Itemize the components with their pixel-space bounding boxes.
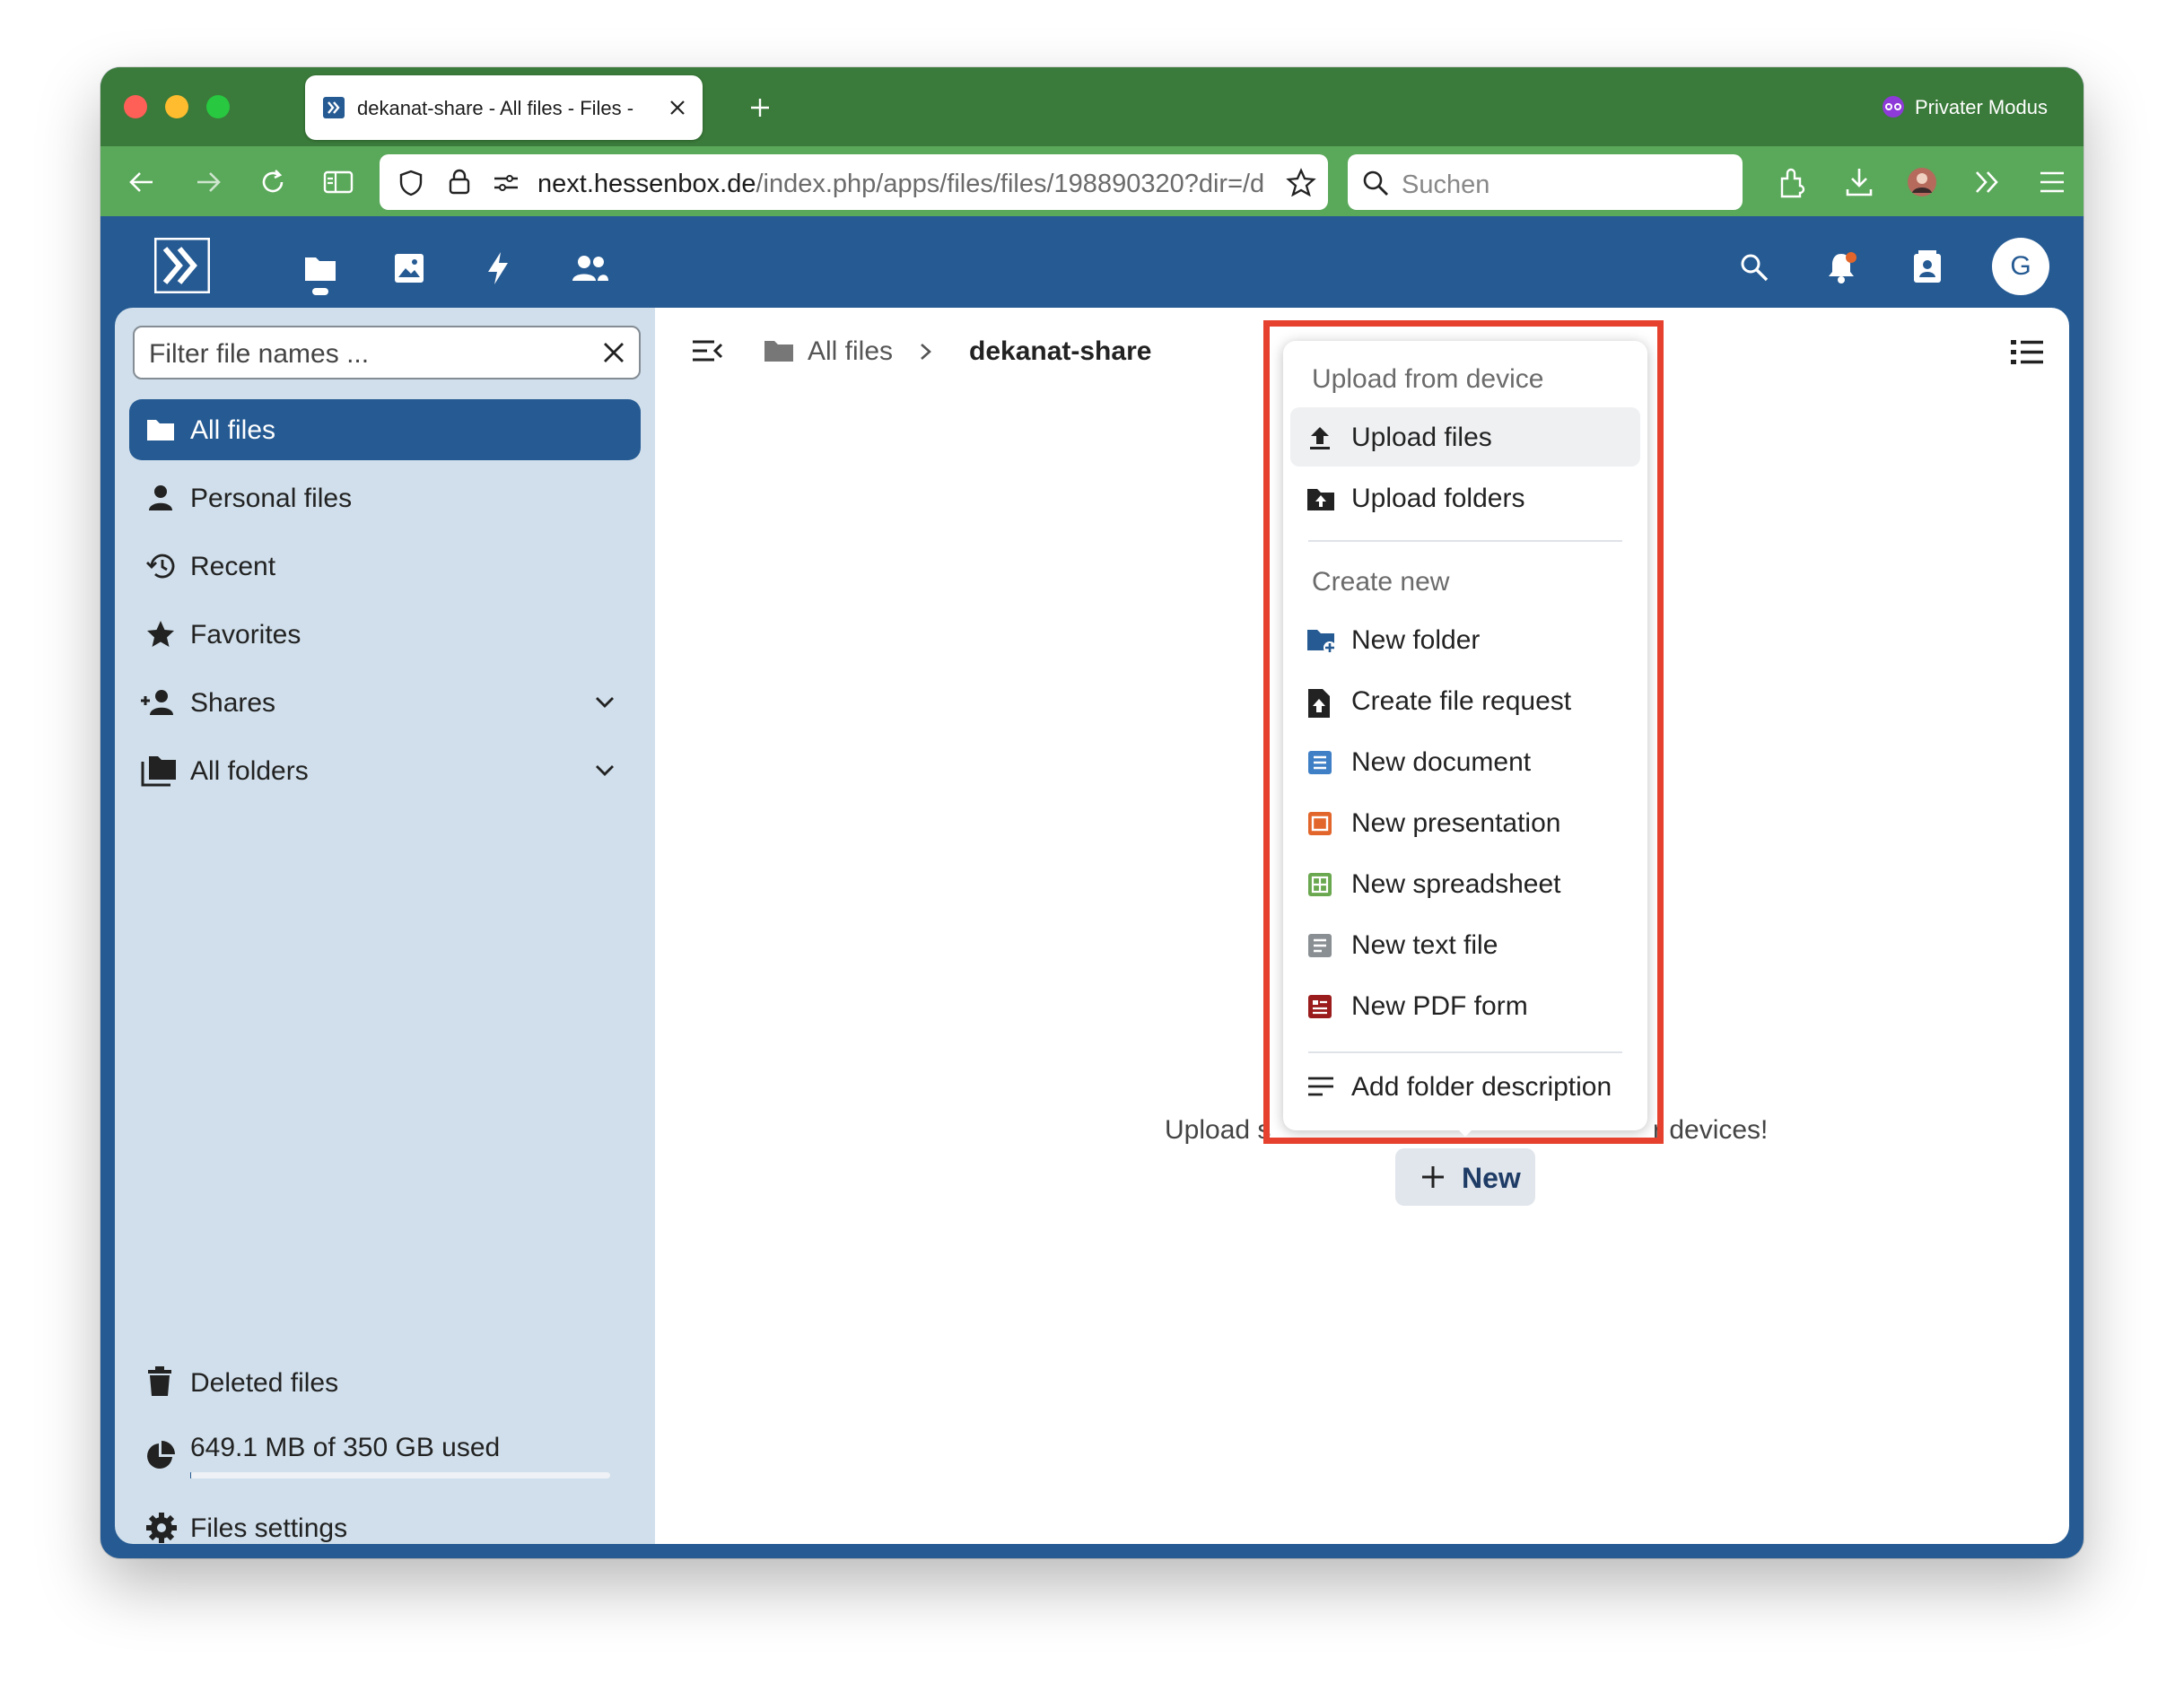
private-mode-label: Privater Modus	[1915, 96, 2048, 118]
url-bar[interactable]: next.hessenbox.de/index.php/apps/files/f…	[380, 154, 1328, 210]
lock-icon[interactable]	[448, 167, 471, 196]
contacts-menu-icon[interactable]	[1911, 250, 1944, 284]
browser-tab-bar: dekanat-share - All files - Files - Priv…	[100, 67, 2084, 146]
history-icon	[146, 554, 175, 579]
contacts-app-icon[interactable]	[571, 254, 610, 283]
hessenbox-logo-icon[interactable]	[154, 238, 210, 293]
sidebar-item-shares[interactable]: Shares	[129, 672, 641, 733]
url-path: /index.php/apps/files/files/198890320?di…	[756, 170, 1265, 198]
quota-bar-fill	[190, 1472, 191, 1478]
quota-text: 649.1 MB of 350 GB used	[190, 1433, 501, 1462]
reader-view-icon[interactable]	[323, 170, 354, 195]
files-app-icon[interactable]	[303, 254, 337, 283]
sidebar-item-all-folders[interactable]: All folders	[129, 740, 641, 801]
permissions-icon[interactable]	[493, 172, 520, 194]
activity-app-icon[interactable]	[485, 250, 511, 286]
url-host: next.hessenbox.de	[537, 170, 756, 198]
sidebar-item-label: Deleted files	[190, 1368, 339, 1398]
sidebar-item-all-files[interactable]: All files	[129, 399, 641, 460]
sidebar-item-label: All folders	[190, 756, 309, 786]
maximize-window-button[interactable]	[206, 95, 230, 118]
chevron-down-icon[interactable]	[594, 762, 616, 780]
browser-tab[interactable]: dekanat-share - All files - Files -	[305, 75, 703, 140]
sidebar-item-label: Personal files	[190, 484, 353, 513]
clear-filter-icon[interactable]	[601, 340, 626, 365]
sidebar-item-personal-files[interactable]: Personal files	[129, 467, 641, 528]
trash-icon	[148, 1366, 171, 1396]
url-text[interactable]: next.hessenbox.de/index.php/apps/files/f…	[537, 170, 1266, 200]
user-avatar-initial: G	[2010, 251, 2031, 281]
list-view-icon[interactable]	[2010, 338, 2044, 367]
gear-icon	[146, 1513, 177, 1543]
extensions-icon[interactable]	[1778, 166, 1809, 198]
star-icon	[147, 621, 174, 647]
tab-title: dekanat-share - All files - Files -	[357, 97, 634, 119]
breadcrumb-current[interactable]: dekanat-share	[969, 336, 1151, 367]
breadcrumb-chevron-icon	[921, 344, 931, 360]
person-icon	[149, 485, 172, 510]
overflow-chevrons-icon[interactable]	[1972, 168, 2003, 196]
quota-bar	[190, 1472, 610, 1478]
back-icon[interactable]	[127, 170, 156, 195]
bookmark-star-icon[interactable]	[1286, 168, 1316, 196]
empty-state-text-right: r devices!	[1653, 1115, 1769, 1145]
breadcrumb-root[interactable]: All files	[808, 336, 893, 367]
active-app-indicator	[312, 288, 328, 295]
sidebar-item-label: Recent	[190, 552, 276, 581]
folder-icon	[147, 420, 174, 440]
search-icon	[1363, 170, 1388, 196]
chevron-down-icon[interactable]	[594, 693, 616, 711]
sidebar-item-label: All files	[190, 415, 276, 445]
sidebar-item-label: Files settings	[190, 1513, 348, 1543]
sidebar-item-label: Favorites	[190, 620, 301, 650]
pie-chart-icon	[147, 1441, 175, 1469]
forward-icon[interactable]	[194, 170, 223, 195]
new-button-label: New	[1462, 1162, 1521, 1194]
search-placeholder: Suchen	[1402, 170, 1490, 199]
private-mode-icon	[1883, 96, 1904, 118]
sidebar-item-files-settings[interactable]: Files settings	[129, 1497, 641, 1558]
plus-icon	[1422, 1166, 1444, 1188]
empty-state-text-left: Upload s	[1165, 1115, 1271, 1145]
close-tab-icon[interactable]	[668, 98, 687, 118]
navigation-sidebar: Filter file names ... All files Personal…	[115, 308, 655, 1544]
new-button[interactable]: New	[1395, 1148, 1535, 1206]
annotation-highlight-box	[1263, 320, 1664, 1144]
sidebar-item-quota[interactable]: 649.1 MB of 350 GB used	[129, 1420, 641, 1488]
profile-avatar-icon[interactable]	[1906, 166, 1938, 198]
sidebar-item-label: Shares	[190, 688, 276, 718]
filter-placeholder: Filter file names ...	[149, 339, 370, 369]
photos-app-icon[interactable]	[393, 252, 425, 284]
download-icon[interactable]	[1845, 166, 1874, 198]
toggle-navigation-icon[interactable]	[691, 338, 723, 365]
close-window-button[interactable]	[124, 95, 147, 118]
unified-search-icon[interactable]	[1739, 252, 1769, 283]
browser-window: dekanat-share - All files - Files - Priv…	[100, 67, 2084, 1558]
hessenbox-favicon-icon	[323, 97, 345, 118]
notifications-bell-icon[interactable]	[1825, 250, 1857, 284]
minimize-window-button[interactable]	[165, 95, 188, 118]
filter-file-names-input[interactable]: Filter file names ...	[133, 326, 641, 379]
share-icon	[141, 690, 173, 715]
hamburger-menu-icon[interactable]	[2039, 170, 2066, 195]
sidebar-item-favorites[interactable]: Favorites	[129, 604, 641, 665]
shield-icon[interactable]	[397, 169, 424, 197]
reload-icon[interactable]	[258, 168, 287, 196]
folders-icon	[141, 756, 176, 787]
sidebar-item-recent[interactable]: Recent	[129, 536, 641, 597]
breadcrumb-folder-icon	[764, 341, 793, 362]
sidebar-item-deleted-files[interactable]: Deleted files	[129, 1352, 641, 1413]
user-avatar[interactable]: G	[1992, 238, 2049, 295]
new-tab-icon[interactable]	[748, 96, 772, 119]
browser-search-bar[interactable]: Suchen	[1348, 154, 1743, 210]
